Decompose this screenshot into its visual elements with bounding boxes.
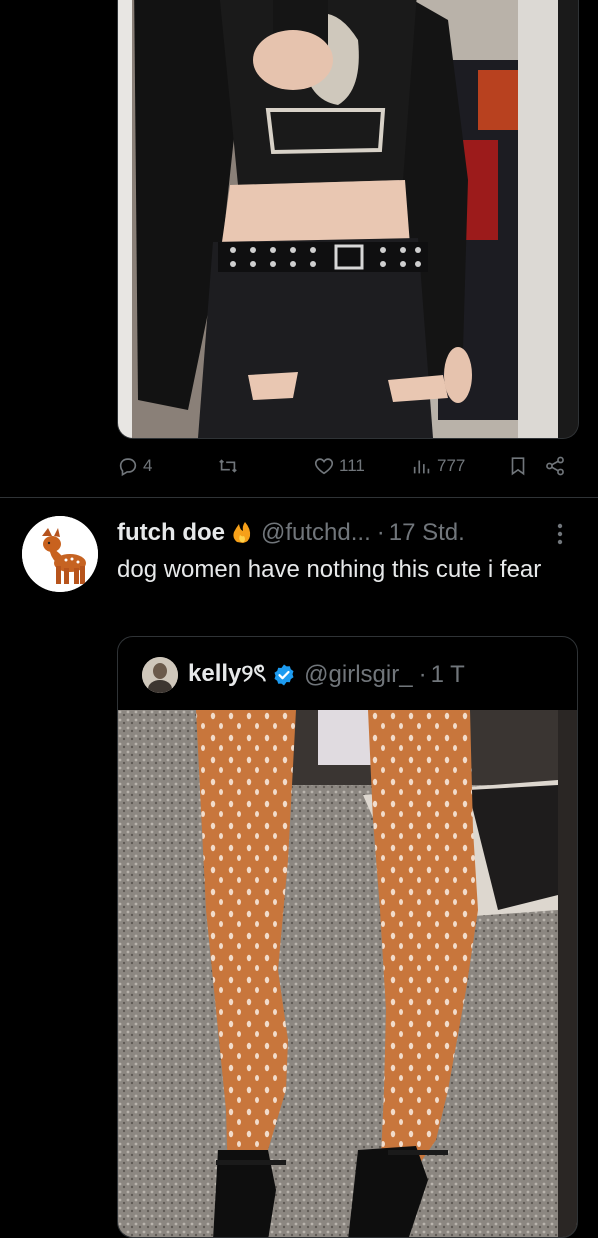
fire-emoji-icon	[233, 522, 251, 543]
retweet-button[interactable]	[217, 450, 239, 482]
reply-button[interactable]: 4	[117, 450, 152, 482]
quoted-display-name: kelly୨ৎ	[188, 660, 267, 687]
retweet-icon	[219, 459, 237, 473]
bookmark-button[interactable]	[507, 450, 529, 482]
avatar[interactable]	[22, 516, 98, 592]
share-icon	[546, 456, 564, 476]
views-count: 777	[437, 456, 466, 475]
quoted-avatar	[142, 657, 178, 693]
verified-badge-icon	[274, 664, 294, 686]
separator-dot: ·	[376, 519, 385, 546]
quoted-timestamp: 1 T	[430, 661, 465, 688]
tweet-text: dog women have nothing this cute i fear	[117, 556, 542, 583]
like-button[interactable]: 111	[313, 450, 365, 482]
previous-tweet-photo[interactable]	[117, 0, 579, 439]
tweet-header: futch doe @futchd... · 17 Std.	[117, 516, 587, 550]
deer-avatar-icon	[22, 516, 98, 592]
reply-count: 4	[143, 456, 153, 475]
quoted-tweet[interactable]: kelly୨ৎ @girlsgir_ · 1 T	[117, 636, 578, 1238]
user-handle[interactable]: @futchd...	[261, 519, 371, 547]
previous-tweet-action-bar: 4 111 777	[117, 450, 577, 482]
display-name[interactable]: futch doe	[117, 519, 225, 547]
quoted-user-handle: @girlsgir_	[304, 661, 413, 688]
views-button[interactable]: 777	[411, 450, 465, 482]
views-icon	[413, 460, 430, 474]
quoted-tweet-header: kelly୨ৎ @girlsgir_ · 1 T	[142, 657, 465, 693]
reply-icon	[119, 458, 137, 477]
quoted-tweet-photo[interactable]	[118, 710, 577, 1237]
more-options-icon[interactable]	[553, 520, 567, 548]
share-button[interactable]	[544, 450, 566, 482]
like-count: 111	[339, 456, 365, 475]
quoted-separator-dot: ·	[418, 661, 427, 688]
timestamp[interactable]: 17 Std.	[389, 519, 465, 547]
bookmark-icon	[511, 457, 525, 476]
timeline-feed: 4 111 777 futch doe @futchd... · 17 Std.…	[0, 0, 598, 1238]
heart-icon	[314, 458, 334, 475]
tweet-divider	[0, 497, 598, 498]
